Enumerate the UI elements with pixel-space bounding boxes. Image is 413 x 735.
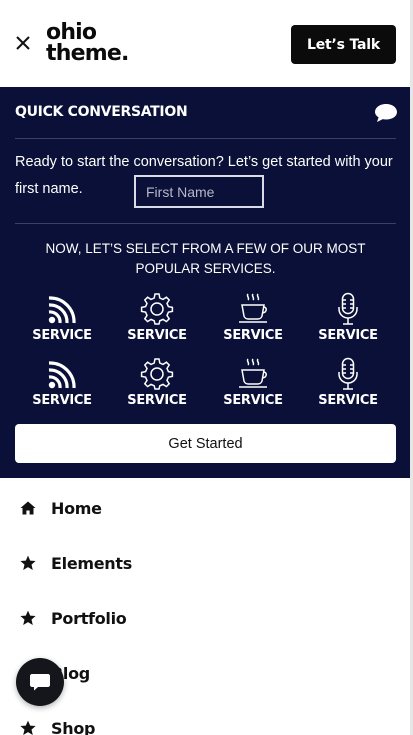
nav-item-label: Shop [51, 718, 96, 735]
chat-icon [30, 674, 50, 691]
nav-item-portfolio[interactable]: Portfolio [0, 598, 410, 638]
service-option[interactable]: SERVICE [213, 292, 293, 343]
service-option[interactable]: SERVICE [22, 292, 102, 343]
nav-item-shop[interactable]: Shop [0, 708, 410, 735]
nav-item-label: Elements [51, 553, 132, 573]
nav-item-label: Portfolio [51, 608, 127, 628]
close-icon [16, 36, 30, 50]
microphone-icon [338, 357, 358, 390]
service-option[interactable]: SERVICE [213, 357, 293, 408]
service-label: SERVICE [318, 393, 378, 408]
mobile-menu-page: ohio theme. Let’s Talk QUICK CONVERSATIO… [0, 0, 410, 735]
nav-item-home[interactable]: Home [0, 488, 410, 528]
service-option[interactable]: SERVICE [308, 357, 388, 408]
service-label: SERVICE [318, 328, 378, 343]
star-icon [20, 720, 36, 735]
gear-icon [140, 358, 174, 390]
microphone-icon [338, 292, 358, 325]
service-option[interactable]: SERVICE [22, 357, 102, 408]
coffee-cup-icon [239, 358, 267, 388]
service-option[interactable]: SERVICE [117, 292, 197, 343]
gear-icon [140, 293, 174, 325]
site-logo[interactable]: ohio theme. [46, 20, 129, 66]
logo-line-1: ohio [46, 20, 97, 45]
menu-header: ohio theme. Let’s Talk [0, 0, 410, 87]
logo-line-2: theme. [46, 41, 129, 66]
close-menu-button[interactable] [12, 32, 34, 54]
service-label: SERVICE [223, 328, 283, 343]
wifi-icon [48, 296, 76, 324]
star-icon [20, 555, 36, 570]
service-label: SERVICE [32, 393, 92, 408]
chat-launcher-button[interactable] [16, 658, 64, 706]
panel-divider [15, 138, 396, 139]
chat-bubble-icon [375, 104, 397, 122]
service-label: SERVICE [32, 328, 92, 343]
lets-talk-button[interactable]: Let’s Talk [291, 25, 396, 64]
home-icon [20, 501, 36, 515]
wifi-icon [48, 361, 76, 389]
services-prompt: Now, let’s select from a few of our most… [45, 241, 366, 276]
nav-item-label: Home [51, 498, 102, 518]
panel-title: QUICK CONVERSATION [15, 104, 188, 120]
service-label: SERVICE [127, 393, 187, 408]
service-label: SERVICE [223, 393, 283, 408]
service-option[interactable]: SERVICE [308, 292, 388, 343]
first-name-input[interactable] [134, 175, 264, 208]
nav-item-elements[interactable]: Elements [0, 543, 410, 583]
panel-divider [15, 223, 396, 224]
quick-conversation-panel: QUICK CONVERSATION Ready to start the co… [0, 87, 410, 478]
star-icon [20, 610, 36, 625]
coffee-cup-icon [239, 293, 267, 323]
service-label: SERVICE [127, 328, 187, 343]
service-option[interactable]: SERVICE [117, 357, 197, 408]
get-started-button[interactable]: Get Started [15, 424, 396, 463]
